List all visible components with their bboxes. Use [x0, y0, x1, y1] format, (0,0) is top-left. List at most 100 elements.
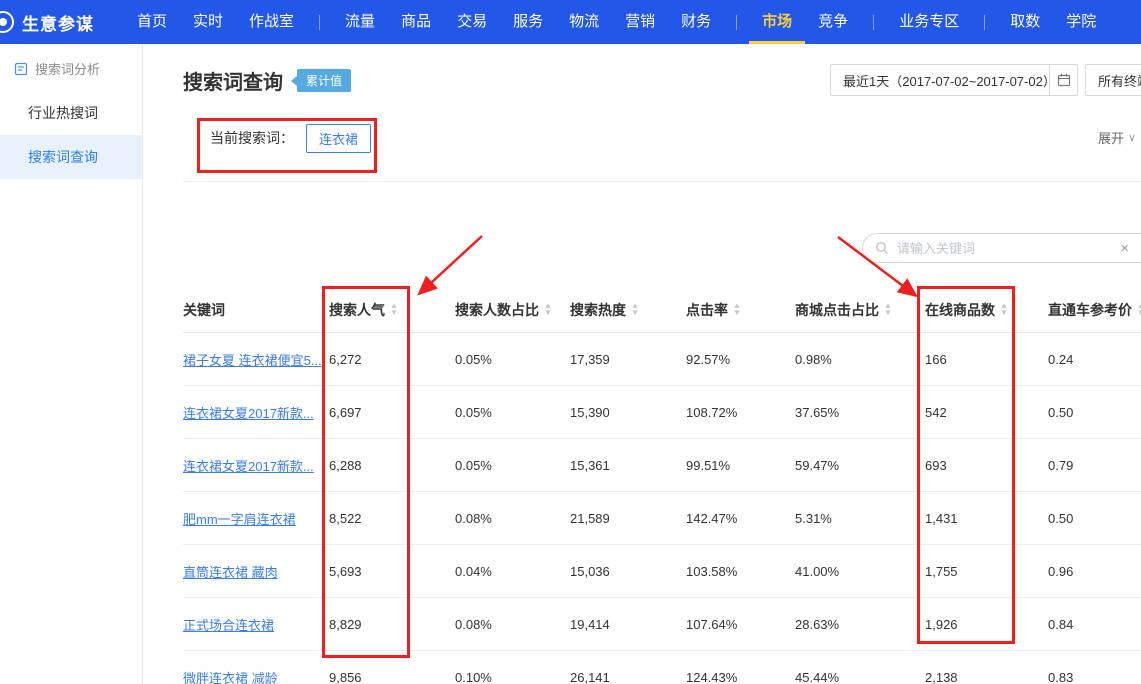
app-logo[interactable]: 生意参谋 [0, 10, 94, 35]
keyword-link[interactable]: 微胖连衣裙 减龄 [183, 668, 329, 684]
cell-searcher-ratio: 0.08% [455, 511, 570, 526]
logo-text: 生意参谋 [22, 10, 94, 35]
sidebar: 搜索词分析 行业热搜词搜索词查询 [0, 44, 143, 684]
cell-search-popularity: 8,829 [329, 617, 455, 632]
sort-icon[interactable]: ▲▼ [544, 303, 552, 317]
cell-click-rate: 108.72% [686, 405, 795, 420]
cell-ztc-ref-price: 0.84 [1048, 617, 1141, 632]
column-label: 商城点击占比 [795, 300, 879, 320]
cell-search-popularity: 6,272 [329, 352, 455, 367]
table-body: 裙子女夏 连衣裙便宜5...6,2720.05%17,35992.57%0.98… [183, 333, 1141, 684]
sort-icon[interactable]: ▲▼ [733, 303, 741, 317]
cell-ztc-ref-price: 0.50 [1048, 511, 1141, 526]
cell-online-products: 2,138 [925, 670, 1048, 684]
table-row: 连衣裙女夏2017新款...6,6970.05%15,390108.72%37.… [183, 386, 1141, 439]
top-nav: 生意参谋 首页实时作战室流量商品交易服务物流营销财务市场竞争业务专区取数学院 [0, 0, 1141, 44]
sidebar-item-search-term-query[interactable]: 搜索词查询 [0, 135, 142, 179]
page-title: 搜索词查询 [183, 66, 283, 95]
keyword-link[interactable]: 肥mm一字肩连衣裙 [183, 509, 329, 528]
keyword-link[interactable]: 正式场合连衣裙 [183, 615, 329, 634]
current-term-label: 当前搜索词： [210, 128, 294, 148]
keyword-link[interactable]: 直筒连衣裙 藏肉 [183, 562, 329, 581]
table-row: 微胖连衣裙 减龄9,8560.10%26,141124.43%45.44%2,1… [183, 651, 1141, 684]
cell-ztc-ref-price: 0.96 [1048, 564, 1141, 579]
cell-search-popularity: 5,693 [329, 564, 455, 579]
cell-ztc-ref-price: 0.79 [1048, 458, 1141, 473]
column-header-ztc-ref-price[interactable]: 直通车参考价▲▼ [1048, 300, 1141, 320]
nav-item-traffic[interactable]: 流量 [332, 0, 388, 44]
cell-online-products: 693 [925, 458, 1048, 473]
calendar-button[interactable] [1049, 64, 1078, 96]
cell-mall-click-ratio: 5.31% [795, 511, 925, 526]
column-header-keyword: 关键词 [183, 300, 329, 320]
nav-item-finance[interactable]: 财务 [668, 0, 724, 44]
nav-item-logistics[interactable]: 物流 [556, 0, 612, 44]
cell-searcher-ratio: 0.10% [455, 670, 570, 684]
cell-online-products: 542 [925, 405, 1048, 420]
main-content: 搜索词查询 累计值 最近1天（2017-07-02~2017-07-02） 所有… [143, 44, 1141, 684]
cell-searcher-ratio: 0.05% [455, 405, 570, 420]
sort-icon[interactable]: ▲▼ [390, 303, 398, 317]
keyword-search-input[interactable] [897, 241, 1120, 256]
date-range-text: 最近1天（2017-07-02~2017-07-02） [843, 71, 1056, 90]
nav-item-competition[interactable]: 竞争 [805, 0, 861, 44]
search-term-analysis-icon [14, 62, 28, 76]
cell-search-heat: 15,361 [570, 458, 686, 473]
keyword-link[interactable]: 连衣裙女夏2017新款... [183, 403, 329, 422]
nav-item-marketing[interactable]: 营销 [612, 0, 668, 44]
column-header-online-products[interactable]: 在线商品数▲▼ [925, 300, 1048, 320]
expand-button[interactable]: 展开 ∨ [1098, 128, 1136, 147]
sort-icon[interactable]: ▲▼ [1137, 303, 1141, 317]
nav-item-trade[interactable]: 交易 [444, 0, 500, 44]
keyword-link[interactable]: 连衣裙女夏2017新款... [183, 456, 329, 475]
sidebar-item-industry-hot-words[interactable]: 行业热搜词 [0, 91, 142, 135]
nav-item-product[interactable]: 商品 [388, 0, 444, 44]
nav-item-data-extract[interactable]: 取数 [997, 0, 1053, 44]
terminal-filter-text: 所有终端 [1098, 71, 1141, 90]
nav-item-home[interactable]: 首页 [124, 0, 180, 44]
column-header-searcher-ratio[interactable]: 搜索人数占比▲▼ [455, 300, 570, 320]
nav-group-divider [873, 15, 874, 30]
column-header-click-rate[interactable]: 点击率▲▼ [686, 300, 795, 320]
date-range-picker[interactable]: 最近1天（2017-07-02~2017-07-02） [830, 64, 1069, 96]
cumulative-badge: 累计值 [297, 69, 351, 92]
sort-icon[interactable]: ▲▼ [631, 303, 639, 317]
cell-ztc-ref-price: 0.50 [1048, 405, 1141, 420]
cell-click-rate: 103.58% [686, 564, 795, 579]
nav-item-market[interactable]: 市场 [749, 0, 805, 44]
column-label: 搜索人气 [329, 300, 385, 320]
keyword-search-box: × [862, 233, 1141, 263]
cell-search-heat: 21,589 [570, 511, 686, 526]
sort-icon[interactable]: ▲▼ [1000, 303, 1008, 317]
nav-item-business-zone[interactable]: 业务专区 [886, 0, 972, 44]
column-header-mall-click-ratio[interactable]: 商城点击占比 ▲▼ [795, 300, 925, 320]
table-header-row: 关键词搜索人气▲▼搜索人数占比▲▼搜索热度▲▼点击率▲▼商城点击占比▲▼在线商品… [183, 288, 1141, 333]
cell-online-products: 1,431 [925, 511, 1048, 526]
nav-menu: 首页实时作战室流量商品交易服务物流营销财务市场竞争业务专区取数学院 [124, 0, 1109, 44]
nav-item-academy[interactable]: 学院 [1053, 0, 1109, 44]
search-term-table: 关键词搜索人气▲▼搜索人数占比▲▼搜索热度▲▼点击率▲▼商城点击占比▲▼在线商品… [183, 288, 1141, 684]
cell-search-popularity: 9,856 [329, 670, 455, 684]
keyword-link[interactable]: 裙子女夏 连衣裙便宜5... [183, 350, 329, 369]
nav-group-divider [984, 15, 985, 30]
cell-mall-click-ratio: 45.44% [795, 670, 925, 684]
cell-mall-click-ratio: 28.63% [795, 617, 925, 632]
current-term-chip[interactable]: 连衣裙 [306, 124, 371, 153]
terminal-filter-dropdown[interactable]: 所有终端 [1085, 64, 1141, 96]
cell-search-heat: 15,036 [570, 564, 686, 579]
cell-mall-click-ratio: 37.65% [795, 405, 925, 420]
expand-label: 展开 [1098, 128, 1124, 147]
clear-search-icon[interactable]: × [1120, 240, 1129, 257]
cell-mall-click-ratio: 0.98% [795, 352, 925, 367]
nav-item-realtime[interactable]: 实时 [180, 0, 236, 44]
nav-item-war-room[interactable]: 作战室 [236, 0, 307, 44]
cell-click-rate: 107.64% [686, 617, 795, 632]
sidebar-section-header: 搜索词分析 [0, 44, 142, 91]
cell-searcher-ratio: 0.05% [455, 458, 570, 473]
column-header-search-heat[interactable]: 搜索热度▲▼ [570, 300, 686, 320]
table-row: 连衣裙女夏2017新款...6,2880.05%15,36199.51%59.4… [183, 439, 1141, 492]
column-header-search-popularity[interactable]: 搜索人气 ▲▼ [329, 300, 455, 320]
sort-icon[interactable]: ▲▼ [884, 303, 892, 317]
nav-item-service[interactable]: 服务 [500, 0, 556, 44]
cell-searcher-ratio: 0.08% [455, 617, 570, 632]
